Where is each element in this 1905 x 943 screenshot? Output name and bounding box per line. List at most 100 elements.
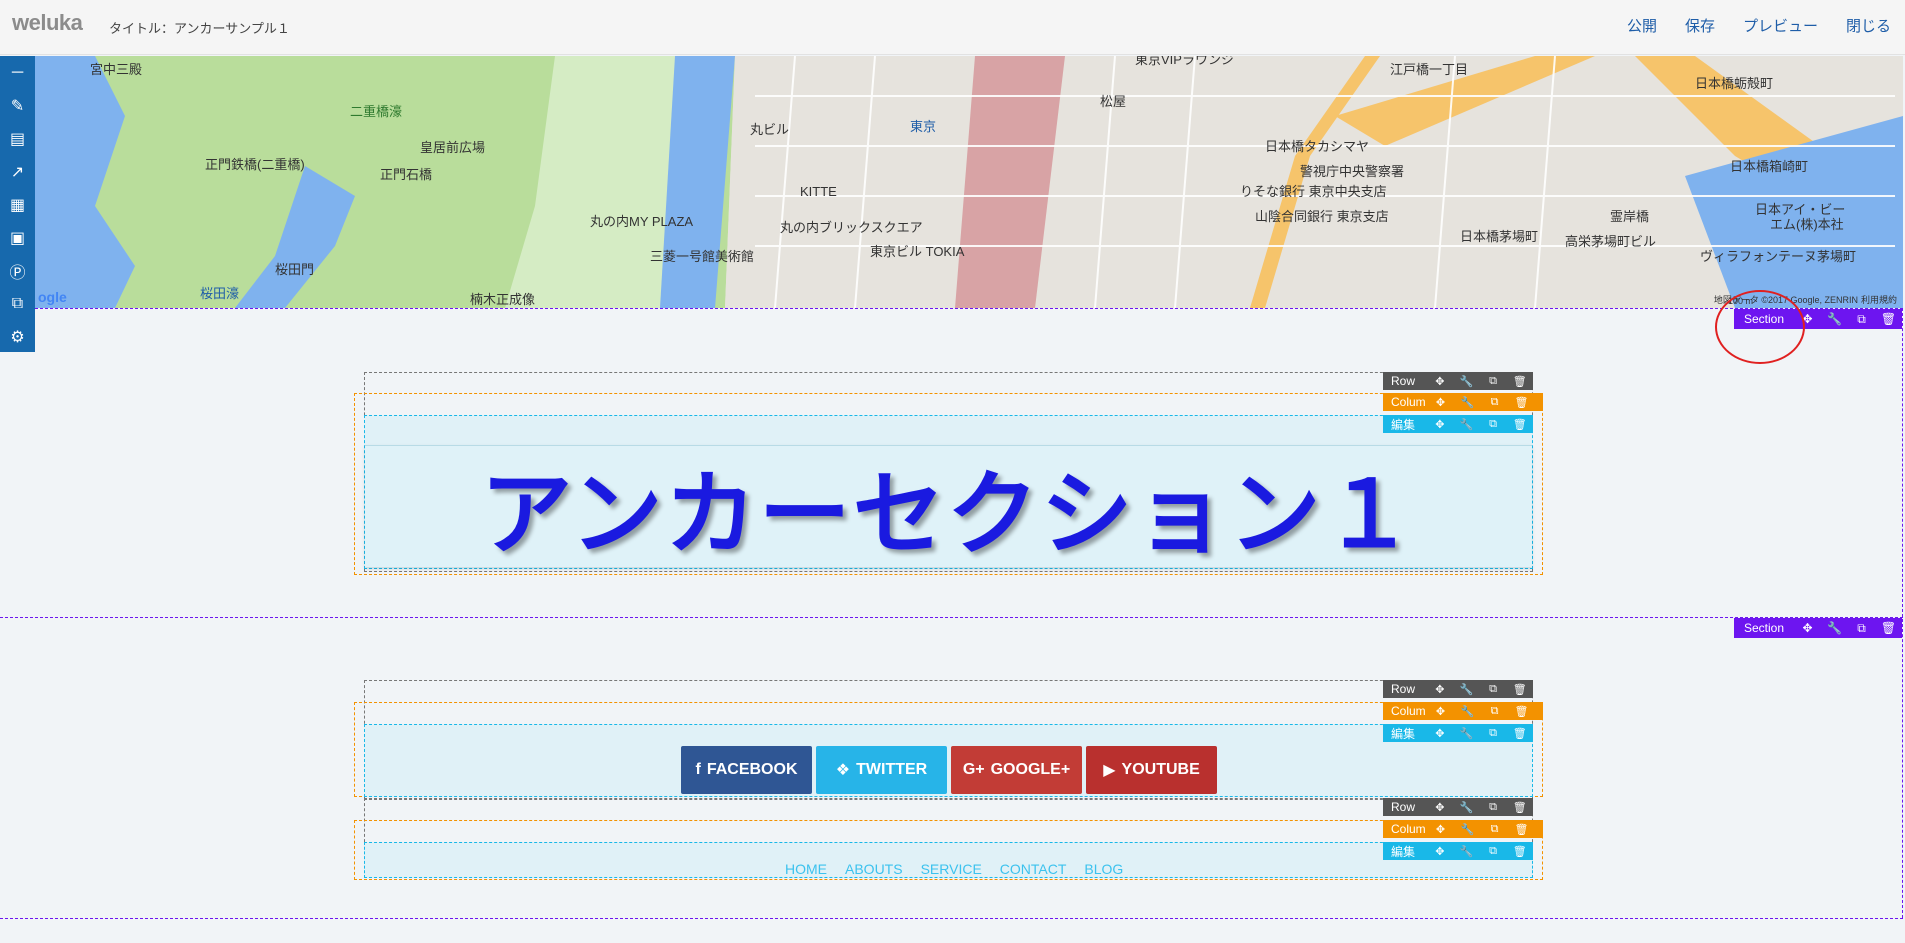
preview-button[interactable]: プレビュー <box>1743 15 1818 36</box>
column-label-2[interactable]: Colum <box>1383 704 1427 718</box>
footer-nav-abouts[interactable]: ABOUTS <box>845 861 903 877</box>
google-plus-button[interactable]: G+ GOOGLE+ <box>951 746 1082 794</box>
move-icon[interactable]: ✥ <box>1427 415 1454 433</box>
youtube-label: YOUTUBE <box>1121 761 1200 778</box>
google-plus-label: GOOGLE+ <box>990 761 1071 778</box>
footer-nav-blog[interactable]: BLOG <box>1084 861 1123 877</box>
minus-icon[interactable]: ─ <box>0 56 35 89</box>
section-toolbar-2: Section ✥ 🔧 ⧉ 🗑 <box>1734 618 1902 638</box>
svg-text:江戸橋一丁目: 江戸橋一丁目 <box>1390 62 1468 77</box>
edit-label-3[interactable]: 編集 <box>1383 843 1427 860</box>
wrench-icon[interactable]: 🔧 <box>1821 309 1848 329</box>
wrench-icon[interactable]: 🔧 <box>1454 820 1481 838</box>
gear-icon[interactable]: ⚙ <box>0 320 35 353</box>
section-guide <box>35 308 1903 309</box>
youtube-button[interactable]: ▶ YOUTUBE <box>1086 746 1217 794</box>
footer-nav-home[interactable]: HOME <box>785 861 827 877</box>
copy-icon[interactable]: ⧉ <box>1848 618 1875 638</box>
trash-icon[interactable]: 🗑 <box>1506 372 1533 390</box>
wrench-icon[interactable]: 🔧 <box>1454 702 1481 720</box>
footer-nav-service[interactable]: SERVICE <box>921 861 982 877</box>
trash-icon[interactable]: 🗑 <box>1875 618 1902 638</box>
external-link-icon[interactable]: ↗ <box>0 155 35 188</box>
trash-icon[interactable]: 🗑 <box>1875 309 1902 329</box>
move-icon[interactable]: ✥ <box>1427 724 1454 742</box>
pencil-icon[interactable]: ✎ <box>0 89 35 122</box>
row-toolbar: Row ✥ 🔧 ⧉ 🗑 <box>1383 372 1533 390</box>
copy-icon[interactable]: ⧉ <box>1480 372 1507 390</box>
move-icon[interactable]: ✥ <box>1427 798 1454 816</box>
move-icon[interactable]: ✥ <box>1427 842 1454 860</box>
edit-toolbar: 編集 ✥ 🔧 ⧉ 🗑 <box>1383 415 1533 433</box>
column-toolbar: Colum ✥ 🔧 ⧉ 🗑 <box>1383 393 1543 411</box>
svg-text:警視庁中央警察署: 警視庁中央警察署 <box>1300 164 1404 179</box>
copy-icon[interactable]: ⧉ <box>1481 820 1508 838</box>
twitter-button[interactable]: ❖ TWITTER <box>816 746 947 794</box>
move-icon[interactable]: ✥ <box>1427 680 1454 698</box>
svg-text:山陰合同銀行 東京支店: 山陰合同銀行 東京支店 <box>1255 209 1389 224</box>
footer-nav-contact[interactable]: CONTACT <box>1000 861 1067 877</box>
row-label[interactable]: Row <box>1383 374 1427 388</box>
row-label-2[interactable]: Row <box>1383 682 1427 696</box>
trash-icon[interactable]: 🗑 <box>1508 702 1535 720</box>
facebook-icon: f <box>695 761 701 778</box>
trash-icon[interactable]: 🗑 <box>1506 798 1533 816</box>
copy-icon[interactable]: ⧉ <box>1480 724 1507 742</box>
publish-button[interactable]: 公開 <box>1627 15 1657 36</box>
edit-label-2[interactable]: 編集 <box>1383 725 1427 742</box>
copy-icon[interactable]: ⧉ <box>1848 309 1875 329</box>
trash-icon[interactable]: 🗑 <box>1506 415 1533 433</box>
row-label-3[interactable]: Row <box>1383 800 1427 814</box>
move-icon[interactable]: ✥ <box>1794 618 1821 638</box>
wrench-icon[interactable]: 🔧 <box>1453 372 1480 390</box>
close-button[interactable]: 閉じる <box>1846 15 1891 36</box>
save-button[interactable]: 保存 <box>1685 15 1715 36</box>
google-plus-icon: G+ <box>962 761 985 778</box>
map-terms-link[interactable]: 利用規約 <box>1861 293 1897 306</box>
column-label-3[interactable]: Colum <box>1383 822 1427 836</box>
copy-icon[interactable]: ⧉ <box>1481 393 1508 411</box>
wrench-icon[interactable]: 🔧 <box>1453 842 1480 860</box>
wrench-icon[interactable]: 🔧 <box>1821 618 1848 638</box>
svg-text:正門鉄橋(二重橋): 正門鉄橋(二重橋) <box>205 157 305 172</box>
svg-text:ogle: ogle <box>38 289 67 305</box>
trash-icon[interactable]: 🗑 <box>1506 724 1533 742</box>
move-icon[interactable]: ✥ <box>1427 820 1454 838</box>
trash-icon[interactable]: 🗑 <box>1506 680 1533 698</box>
svg-text:霊岸橋: 霊岸橋 <box>1610 209 1649 224</box>
briefcase-icon[interactable]: ▣ <box>0 221 35 254</box>
column-label[interactable]: Colum <box>1383 395 1427 409</box>
wrench-icon[interactable]: 🔧 <box>1453 724 1480 742</box>
section-label-2[interactable]: Section <box>1734 621 1794 635</box>
page-title: タイトル：アンカーサンプル１ <box>109 21 290 36</box>
svg-text:日本アイ・ビー: 日本アイ・ビー <box>1755 202 1845 217</box>
facebook-button[interactable]: f FACEBOOK <box>681 746 812 794</box>
wrench-icon[interactable]: 🔧 <box>1454 393 1481 411</box>
edit-toolbar-3: 編集 ✥ 🔧 ⧉ 🗑 <box>1383 842 1533 860</box>
wrench-icon[interactable]: 🔧 <box>1453 680 1480 698</box>
wordpress-icon[interactable]: Ⓟ <box>0 254 35 287</box>
copy-icon[interactable]: ⧉ <box>1480 842 1507 860</box>
svg-text:日本橋箱崎町: 日本橋箱崎町 <box>1730 159 1808 174</box>
copy-icon[interactable]: ⧉ <box>0 287 35 320</box>
heading-block[interactable]: アンカーセクション１ <box>365 445 1532 567</box>
film-icon[interactable]: ▦ <box>0 188 35 221</box>
move-icon[interactable]: ✥ <box>1427 393 1454 411</box>
edit-box-2[interactable] <box>364 724 1533 797</box>
top-bar: weluka タイトル：アンカーサンプル１ 公開 保存 プレビュー 閉じる <box>0 0 1905 55</box>
svg-text:日本橋蛎殻町: 日本橋蛎殻町 <box>1695 76 1773 91</box>
edit-label[interactable]: 編集 <box>1383 416 1427 433</box>
trash-icon[interactable]: 🗑 <box>1506 842 1533 860</box>
move-icon[interactable]: ✥ <box>1427 372 1454 390</box>
image-icon[interactable]: ▤ <box>0 122 35 155</box>
copy-icon[interactable]: ⧉ <box>1480 798 1507 816</box>
trash-icon[interactable]: 🗑 <box>1508 820 1535 838</box>
trash-icon[interactable]: 🗑 <box>1508 393 1535 411</box>
copy-icon[interactable]: ⧉ <box>1481 702 1508 720</box>
map-embed[interactable]: 宮中三殿 二重橋濠 皇居前広場 正門鉄橋(二重橋) 正門石橋 桜田門 桜田濠 楠… <box>35 56 1903 308</box>
copy-icon[interactable]: ⧉ <box>1480 415 1507 433</box>
copy-icon[interactable]: ⧉ <box>1480 680 1507 698</box>
wrench-icon[interactable]: 🔧 <box>1453 415 1480 433</box>
wrench-icon[interactable]: 🔧 <box>1453 798 1480 816</box>
move-icon[interactable]: ✥ <box>1427 702 1454 720</box>
